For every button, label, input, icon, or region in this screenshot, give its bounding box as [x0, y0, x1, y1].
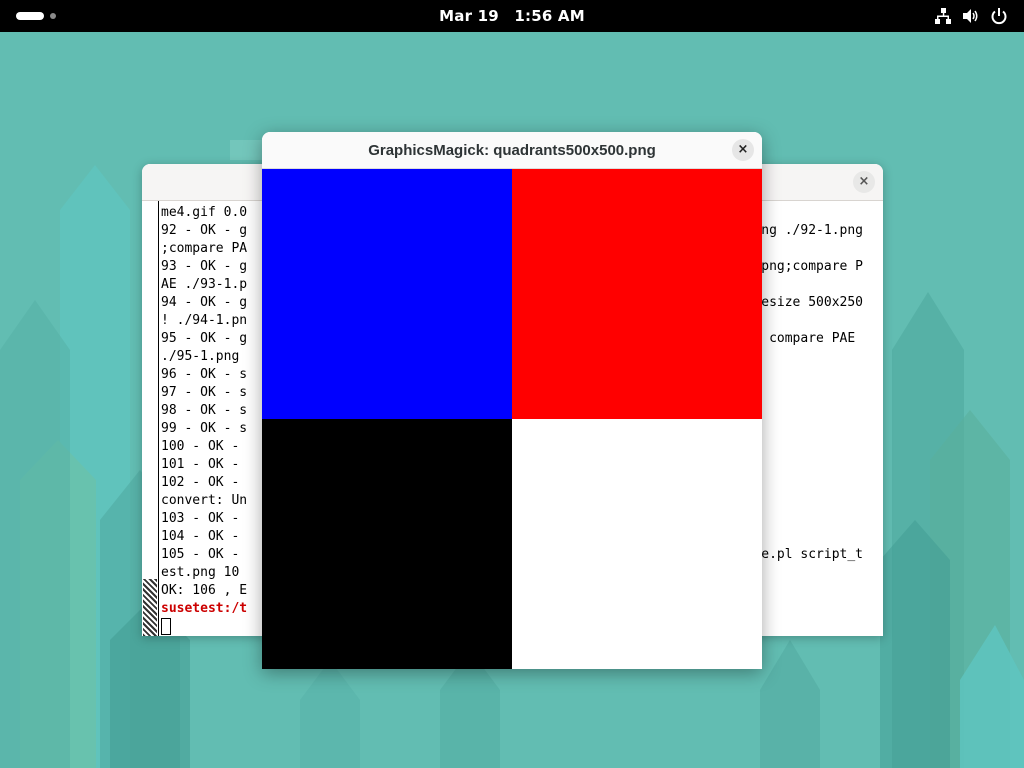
terminal-line-left: 97 - OK - s — [161, 385, 248, 400]
terminal-line-right: png;compare P — [761, 259, 863, 274]
terminal-line-left: ;compare PA — [161, 241, 248, 256]
terminal-line-left: 92 - OK - g — [161, 223, 248, 238]
terminal-line-left: AE ./93-1.p — [161, 277, 248, 292]
terminal-line-right: compare PAE — [761, 331, 863, 346]
terminal-cursor — [161, 618, 171, 635]
image-canvas[interactable] — [262, 169, 762, 669]
terminal-line-left: 100 - OK - — [161, 439, 248, 454]
terminal-scrollbar-thumb[interactable] — [143, 579, 157, 636]
terminal-scrollbar[interactable] — [142, 201, 159, 636]
quadrant-bottom-right — [512, 419, 762, 669]
terminal-line-left: me4.gif 0.0 — [161, 205, 248, 220]
quadrant-bottom-left — [262, 419, 512, 669]
terminal-line-left: est.png 10 — [161, 565, 248, 580]
viewer-titlebar[interactable]: GraphicsMagick: quadrants500x500.png × — [262, 132, 762, 169]
quadrant-top-left — [262, 169, 512, 419]
quadrant-top-right — [512, 169, 762, 419]
clock-date: Mar 19 — [439, 7, 499, 25]
terminal-line-left: 104 - OK - — [161, 529, 248, 544]
viewer-title: GraphicsMagick: quadrants500x500.png — [368, 142, 656, 159]
terminal-line-left: ./95-1.png — [161, 349, 248, 364]
terminal-prompt: susetest:/t — [161, 601, 248, 616]
terminal-line-left: 95 - OK - g — [161, 331, 248, 346]
clock[interactable]: Mar 19 1:56 AM — [0, 7, 1024, 25]
network-icon[interactable] — [934, 7, 952, 25]
terminal-line-left: 98 - OK - s — [161, 403, 248, 418]
terminal-line-left: 93 - OK - g — [161, 259, 248, 274]
terminal-line-left: 105 - OK - — [161, 547, 248, 562]
terminal-line-right: esize 500x250 — [761, 295, 863, 310]
terminal-line-left: 94 - OK - g — [161, 295, 248, 310]
viewer-close-button[interactable]: × — [732, 139, 754, 161]
terminal-line-left: 102 - OK - — [161, 475, 248, 490]
volume-icon[interactable] — [961, 7, 979, 25]
clock-time: 1:56 AM — [514, 7, 585, 25]
terminal-line-left: 96 - OK - s — [161, 367, 248, 382]
terminal-line-left: 103 - OK - — [161, 511, 248, 526]
top-bar: Mar 19 1:56 AM — [0, 0, 1024, 32]
terminal-close-button[interactable]: × — [853, 171, 875, 193]
terminal-line-left: ! ./94-1.pn — [161, 313, 248, 328]
terminal-line-left: 99 - OK - s — [161, 421, 248, 436]
image-viewer-window[interactable]: GraphicsMagick: quadrants500x500.png × — [262, 132, 762, 669]
terminal-line-left: convert: Un — [161, 493, 248, 508]
terminal-line-left: 101 - OK - — [161, 457, 248, 472]
power-icon[interactable] — [990, 7, 1008, 25]
terminal-line-left: OK: 106 , E — [161, 583, 248, 598]
terminal-line-right: png ./92-1.png — [753, 223, 863, 238]
terminal-line-right: e.pl script_t — [761, 547, 863, 562]
